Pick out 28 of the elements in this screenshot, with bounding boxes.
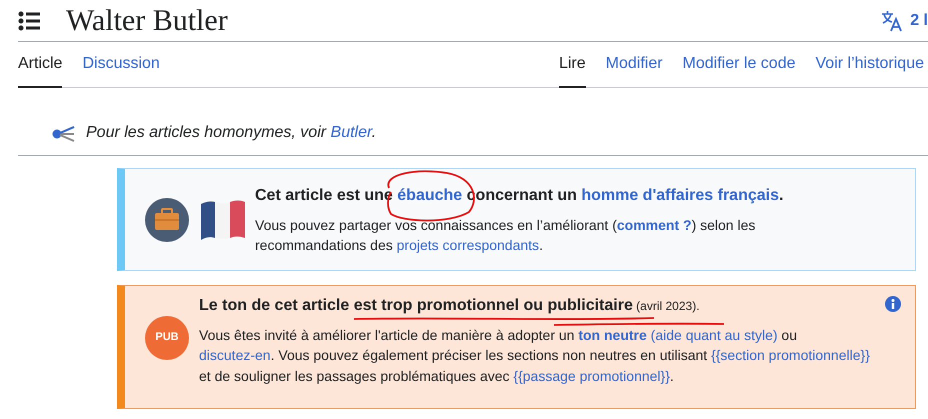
menu-icon	[18, 10, 40, 30]
link[interactable]: ébauche	[397, 186, 462, 204]
link[interactable]: comment ?	[616, 216, 692, 233]
briefcase-icon	[145, 198, 189, 242]
link[interactable]: {{passage promotionnel}}	[513, 368, 670, 384]
tab[interactable]: Modifier le code	[682, 42, 796, 88]
link[interactable]: (aide quant au style)	[646, 327, 778, 344]
banner-text: Vous pouvez partager vos connaissances en l’améliorant (comment ?) selon les recommandations des projets correspondants.	[255, 216, 756, 256]
tab[interactable]: Discussion	[82, 42, 160, 88]
link[interactable]: homme d'affaires français	[581, 186, 779, 204]
link[interactable]: projets correspondants	[396, 237, 540, 254]
hatnote-text: Pour les articles homonymes, voir Butler.	[86, 122, 376, 142]
page-title: Walter Butler	[66, 6, 228, 36]
tab[interactable]: Article	[18, 42, 62, 88]
tab[interactable]: Modifier	[606, 42, 663, 88]
translate-icon	[881, 10, 902, 32]
pub-badge: PUB	[145, 316, 189, 360]
tab[interactable]: Lire	[558, 42, 586, 88]
banner-title: Le ton de cet article est trop promotionnel ou publicitaire (avril 2023).	[199, 294, 875, 318]
link[interactable]: discutez-en	[199, 347, 271, 364]
link[interactable]: {{section promotionnelle}}	[711, 347, 870, 364]
link[interactable]: ton neutre	[578, 327, 647, 344]
language-button[interactable]: 2 l	[881, 8, 928, 32]
tab[interactable]: Voir l’historique	[816, 42, 924, 88]
link[interactable]: Butler	[330, 124, 372, 140]
flag-icon	[199, 198, 245, 242]
info-icon	[885, 296, 901, 312]
banner-text: Vous êtes invité à améliorer l'article de manière à adopter un ton neutre (aide quant au style) ou discutez-en. Vous pouvez également préciser les sections non neutres en utilisant {{section promotionnelle}} et de souligner les passages problématiques avec {{passage promotionnel}}.	[199, 326, 871, 386]
